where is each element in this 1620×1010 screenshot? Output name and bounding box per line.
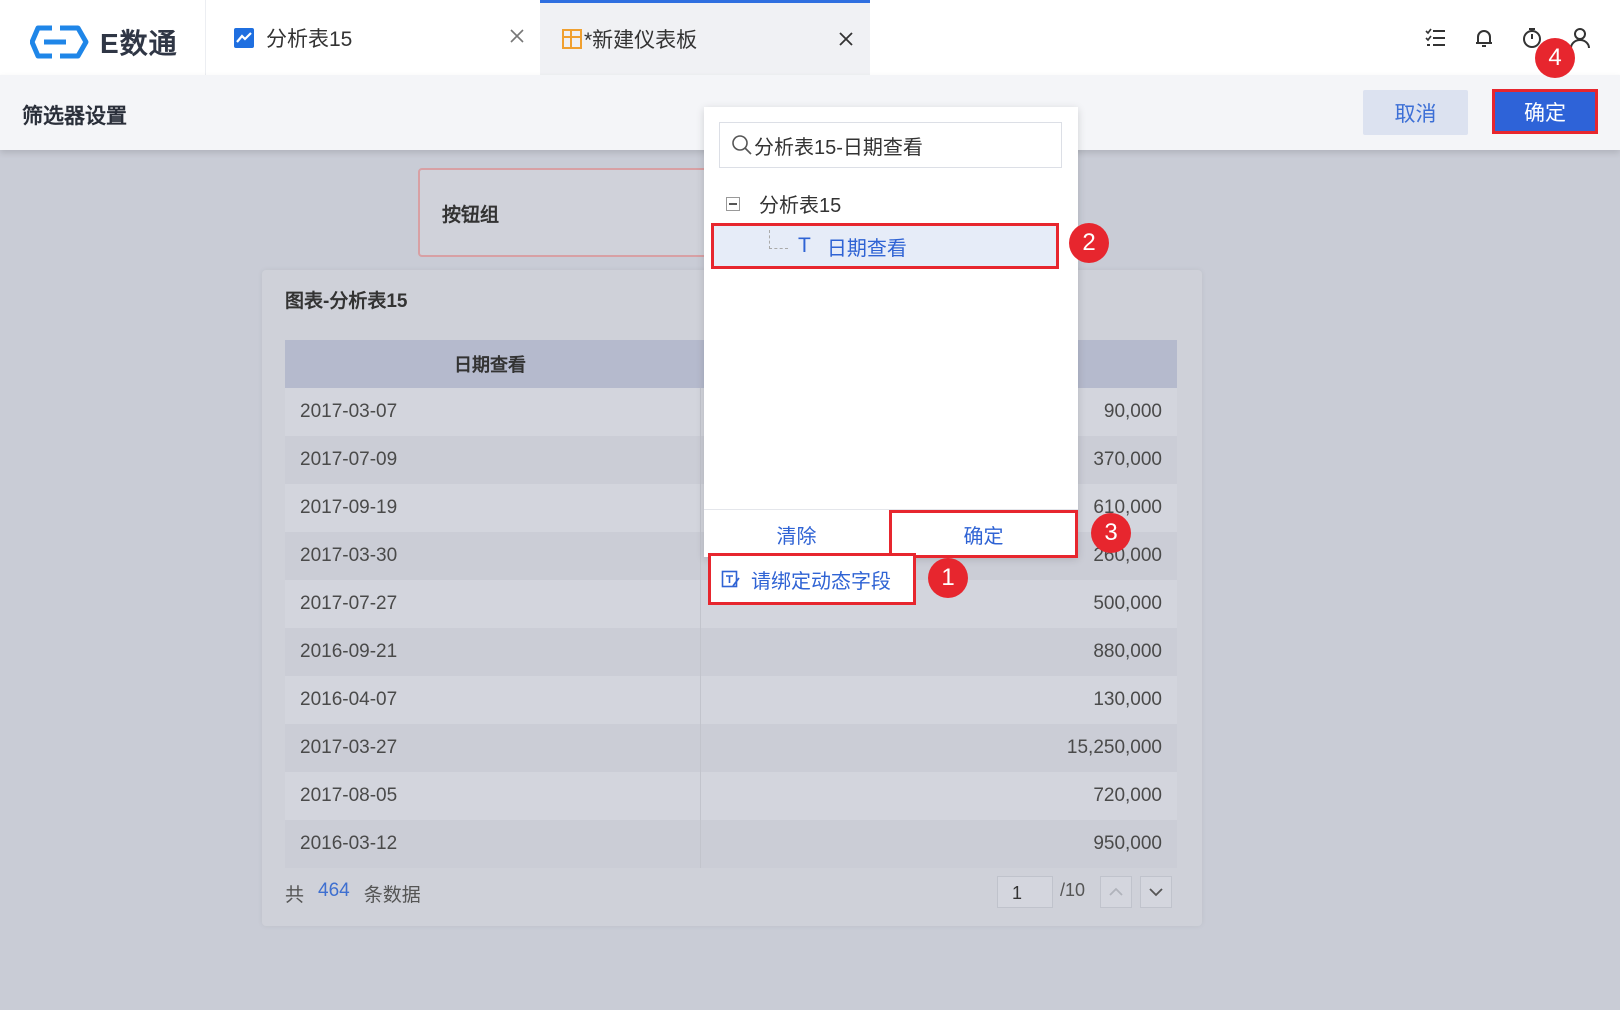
column-header-date[interactable]: 日期查看 [285, 351, 695, 377]
date-cell: 2016-03-12 [285, 820, 701, 868]
table-row: 2017-08-05 720,000 [285, 772, 1177, 820]
count-value: 464 [318, 880, 350, 901]
date-cell: 2017-03-30 [285, 532, 701, 580]
bind-dynamic-field-button[interactable]: 请绑定动态字段 [708, 553, 916, 605]
date-cell: 2016-04-07 [285, 676, 701, 724]
cancel-button[interactable]: 取消 [1363, 90, 1468, 135]
value-cell: 950,000 [1093, 833, 1162, 854]
count-prefix: 共 [285, 885, 305, 906]
bell-icon[interactable] [1470, 24, 1498, 52]
chevron-down-icon [1149, 888, 1163, 897]
date-cell: 2017-03-27 [285, 724, 701, 772]
table-row: 2017-03-27 15,250,000 [285, 724, 1177, 772]
tree-connector [769, 229, 788, 249]
close-icon[interactable] [834, 27, 858, 51]
tab-label: 分析表15 [266, 27, 353, 51]
widget-label: 按钮组 [442, 205, 500, 226]
close-icon[interactable] [505, 24, 529, 48]
step-marker-4: 4 [1535, 38, 1575, 78]
date-cell: 2017-07-27 [285, 580, 701, 628]
tab-analysis-15[interactable]: 分析表15 [205, 0, 541, 75]
text-type-icon: T [798, 234, 811, 257]
line-chart-icon [234, 27, 254, 48]
value-cell: 130,000 [1093, 689, 1162, 710]
step-marker-2: 2 [1069, 223, 1109, 263]
app-logo[interactable]: E数通 [30, 22, 178, 62]
page-title: 筛选器设置 [22, 105, 127, 128]
dropdown-confirm-button[interactable]: 确定 [889, 510, 1078, 558]
search-icon [732, 135, 752, 155]
step-marker-3: 3 [1091, 513, 1131, 553]
page-up-button[interactable] [1100, 876, 1132, 908]
confirm-button[interactable]: 确定 [1492, 89, 1598, 134]
table-row: 2016-04-07 130,000 [285, 676, 1177, 724]
date-cell: 2017-03-07 [285, 388, 701, 436]
tree-node-root[interactable]: 分析表15 [726, 189, 841, 218]
step-marker-1: 1 [928, 558, 968, 598]
tab-bar: E数通 分析表15 *新建仪表板 [0, 0, 1620, 75]
page-down-button[interactable] [1140, 876, 1172, 908]
record-count: 共 464 条数据 [285, 880, 421, 907]
edit-field-icon [721, 570, 740, 588]
tab-label: *新建仪表板 [584, 29, 698, 52]
chevron-up-icon [1109, 887, 1123, 896]
count-suffix: 条数据 [363, 885, 421, 906]
bind-field-label: 请绑定动态字段 [751, 570, 891, 593]
value-cell: 720,000 [1093, 785, 1162, 806]
date-cell: 2017-08-05 [285, 772, 701, 820]
dashboard-icon [562, 29, 582, 49]
logo-icon [30, 25, 89, 59]
date-cell: 2017-07-09 [285, 436, 701, 484]
page-number-input[interactable]: 1 [997, 876, 1053, 908]
tree-node-date-view[interactable]: T 日期查看 [711, 223, 1059, 269]
value-cell: 15,250,000 [1066, 737, 1162, 758]
field-search-input[interactable]: 分析表15-日期查看 [719, 122, 1062, 168]
field-select-dropdown: 分析表15-日期查看 分析表15 T 日期查看 清除 确定 [704, 107, 1078, 558]
tree-root-label: 分析表15 [759, 195, 842, 217]
logo-text: E数通 [100, 28, 178, 59]
tree-child-label: 日期查看 [826, 237, 907, 260]
chart-title: 图表-分析表15 [285, 291, 408, 312]
page-total: /10 [1060, 880, 1086, 900]
value-cell: 880,000 [1093, 641, 1162, 662]
table-row: 2016-09-21 880,000 [285, 628, 1177, 676]
tab-new-dashboard[interactable]: *新建仪表板 [540, 0, 870, 75]
date-cell: 2016-09-21 [285, 628, 701, 676]
search-value: 分析表15-日期查看 [754, 136, 923, 159]
clear-button[interactable]: 清除 [704, 510, 889, 558]
button-group-widget[interactable]: 按钮组 [418, 168, 722, 257]
collapse-icon[interactable] [726, 196, 740, 211]
table-row: 2016-03-12 950,000 [285, 820, 1177, 868]
date-cell: 2017-09-19 [285, 484, 701, 532]
task-list-icon[interactable] [1422, 24, 1450, 52]
dropdown-footer: 清除 确定 [704, 509, 1078, 558]
